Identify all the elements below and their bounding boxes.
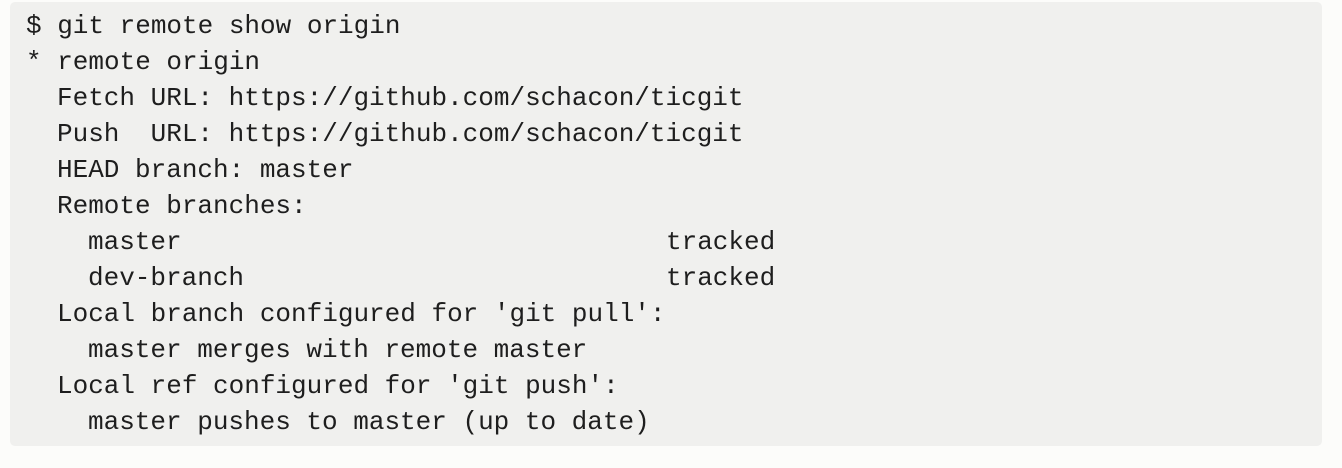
remote-branch-status: tracked [666,263,776,293]
fetch-url-line: Fetch URL: https://github.com/schacon/ti… [57,83,744,113]
code-block: $ git remote show origin * remote origin… [10,2,1322,446]
pull-config-header: Local branch configured for 'git pull': [57,299,666,329]
remote-branches-header: Remote branches: [57,191,307,221]
push-config-header: Local ref configured for 'git push': [57,371,619,401]
remote-branch-name: dev-branch [88,263,245,293]
remote-branch-row: master tracked [26,224,1322,260]
head-branch-line: HEAD branch: master [57,155,354,185]
remote-branch-name: master [88,227,182,257]
command-line: $ git remote show origin [26,11,401,41]
remote-branch-status: tracked [666,227,776,257]
pull-config-detail: master merges with remote master [88,335,588,365]
remote-branch-row: dev-branch tracked [26,260,1322,296]
push-config-detail: master pushes to master (up to date) [88,407,650,437]
remote-header: * remote origin [26,47,261,77]
push-url-line: Push URL: https://github.com/schacon/tic… [57,119,744,149]
